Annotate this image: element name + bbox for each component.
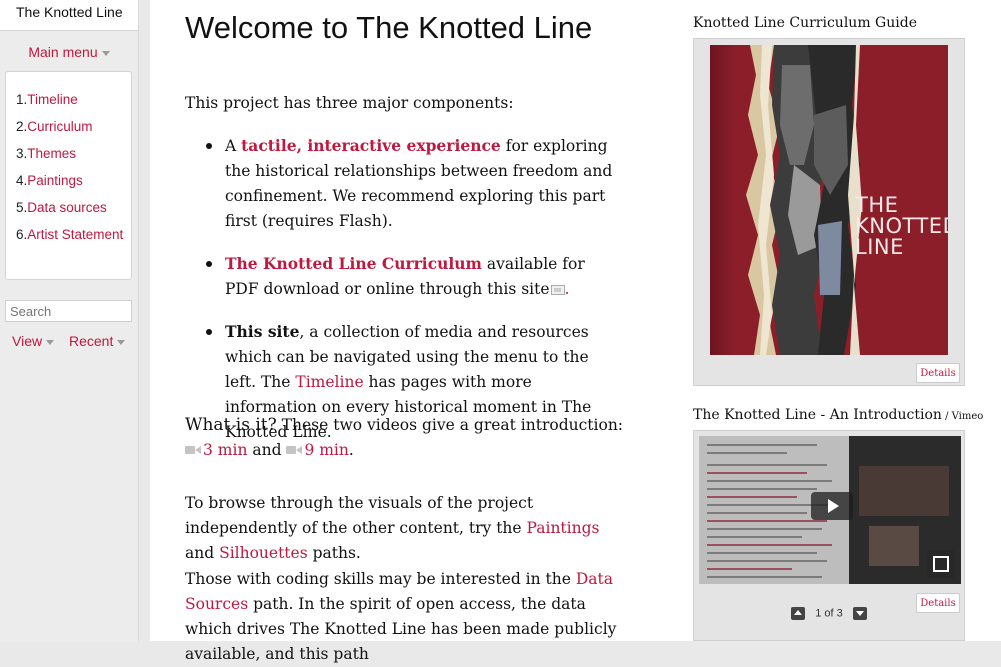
previous-arrow-icon[interactable] <box>791 607 806 620</box>
menu-item-paintings[interactable]: 4.Paintings <box>16 172 131 189</box>
cover-title-text: THE KNOTTED LINE <box>855 193 948 259</box>
play-icon[interactable] <box>811 492 853 520</box>
main-menu: 1.Timeline 2.Curriculum 3.Themes 4.Paint… <box>5 71 132 280</box>
menu-item-timeline[interactable]: 1.Timeline <box>16 91 131 108</box>
menu-item-label[interactable]: Paintings <box>27 173 83 188</box>
next-arrow-icon[interactable] <box>852 607 867 620</box>
menu-item-label[interactable]: Artist Statement <box>27 227 123 242</box>
interactive-experience-link[interactable]: tactile, interactive experience <box>241 136 501 155</box>
menu-item-themes[interactable]: 3.Themes <box>16 145 131 162</box>
what-is-it-paragraph: What is it? These two videos give a grea… <box>185 413 625 463</box>
pager-text: 1 of 3 <box>815 607 843 620</box>
bullet-bold-text: This site <box>225 322 300 341</box>
video-still-image <box>869 526 919 566</box>
details-button[interactable]: Details <box>916 363 960 383</box>
pager: 1 of 3 <box>693 607 965 620</box>
menu-item-number: 5. <box>16 200 28 215</box>
menu-item-label[interactable]: Data sources <box>27 200 107 215</box>
guide-block-title: Knotted Line Curriculum Guide <box>693 15 917 31</box>
chevron-down-icon <box>117 339 126 345</box>
menu-item-number: 3. <box>16 146 28 161</box>
list-item: The Knotted Line Curriculum available fo… <box>190 251 620 302</box>
browse-text: paths. <box>307 544 361 562</box>
page-title: Welcome to The Knotted Line <box>185 10 593 45</box>
video-title-text: The Knotted Line - An Introduction <box>693 407 942 423</box>
menu-item-number: 2. <box>16 119 28 134</box>
main-menu-label: Main menu <box>28 44 98 60</box>
timeline-link[interactable]: Timeline <box>295 373 363 391</box>
what-text: These two videos give a great introducti… <box>276 416 624 434</box>
menu-item-data-sources[interactable]: 5.Data sources <box>16 199 131 216</box>
intro-text: This project has three major components: <box>185 94 514 112</box>
right-column: Knotted Line Curriculum Guide THE KNOTTE… <box>685 0 1001 641</box>
view-menu-toggle[interactable]: View <box>12 333 55 349</box>
list-item: A tactile, interactive experience for ex… <box>190 133 620 234</box>
coding-text: Those with coding skills may be interest… <box>185 570 576 588</box>
menu-item-label[interactable]: Curriculum <box>27 119 92 134</box>
menu-item-label[interactable]: Timeline <box>27 92 78 107</box>
browse-text: and <box>185 544 220 562</box>
browse-text: To browse through the visuals of the pro… <box>185 494 534 537</box>
menu-item-number: 4. <box>16 173 28 188</box>
browse-paragraph: To browse through the visuals of the pro… <box>185 491 625 566</box>
video-player[interactable] <box>699 436 961 584</box>
media-icon[interactable] <box>550 285 565 295</box>
menu-item-label[interactable]: Themes <box>27 146 76 161</box>
curriculum-cover-image[interactable]: THE KNOTTED LINE <box>710 45 948 355</box>
video-block-title: The Knotted Line - An Introduction / Vim… <box>693 407 983 423</box>
chevron-down-icon <box>101 50 110 56</box>
site-title[interactable]: The Knotted Line <box>0 0 138 31</box>
coding-paragraph: Those with coding skills may be interest… <box>185 567 625 667</box>
bullet-text: A <box>225 137 242 155</box>
sidebar: The Knotted Line Main menu 1.Timeline 2.… <box>0 0 139 641</box>
main-content: Welcome to The Knotted Line This project… <box>150 0 685 663</box>
video-9min-link[interactable]: 9 min <box>304 441 348 459</box>
video-still-image <box>859 466 949 516</box>
menu-item-curriculum[interactable]: 2.Curriculum <box>16 118 131 135</box>
menu-item-artist-statement[interactable]: 6.Artist Statement <box>16 226 131 243</box>
cover-title: THE KNOTTED LINE <box>855 193 948 259</box>
silhouettes-link[interactable]: Silhouettes <box>219 544 308 562</box>
curriculum-link[interactable]: The Knotted Line Curriculum <box>225 254 482 273</box>
chevron-down-icon <box>46 339 55 345</box>
menu-item-number: 6. <box>16 227 28 242</box>
search-input[interactable] <box>5 300 132 322</box>
fullscreen-icon[interactable] <box>927 550 955 578</box>
video-source-text: / Vimeo <box>941 411 984 422</box>
coding-text: path. In the spirit of open access, the … <box>185 595 617 663</box>
menu-item-number: 1. <box>16 92 28 107</box>
paintings-link[interactable]: Paintings <box>527 519 600 537</box>
video-3min-link[interactable]: 3 min <box>203 441 247 459</box>
view-label: View <box>12 333 43 349</box>
what-text: . <box>348 441 354 459</box>
what-text: and <box>247 441 287 459</box>
bullet-end: . <box>564 280 570 298</box>
main-menu-toggle[interactable]: Main menu <box>0 44 138 60</box>
what-is-it-heading: What is it? <box>185 415 277 435</box>
video-camera-icon <box>286 445 303 455</box>
curriculum-guide-card: THE KNOTTED LINE Details <box>693 38 965 386</box>
recent-label: Recent <box>69 333 114 349</box>
video-camera-icon <box>185 445 202 455</box>
recent-menu-toggle[interactable]: Recent <box>69 333 126 349</box>
